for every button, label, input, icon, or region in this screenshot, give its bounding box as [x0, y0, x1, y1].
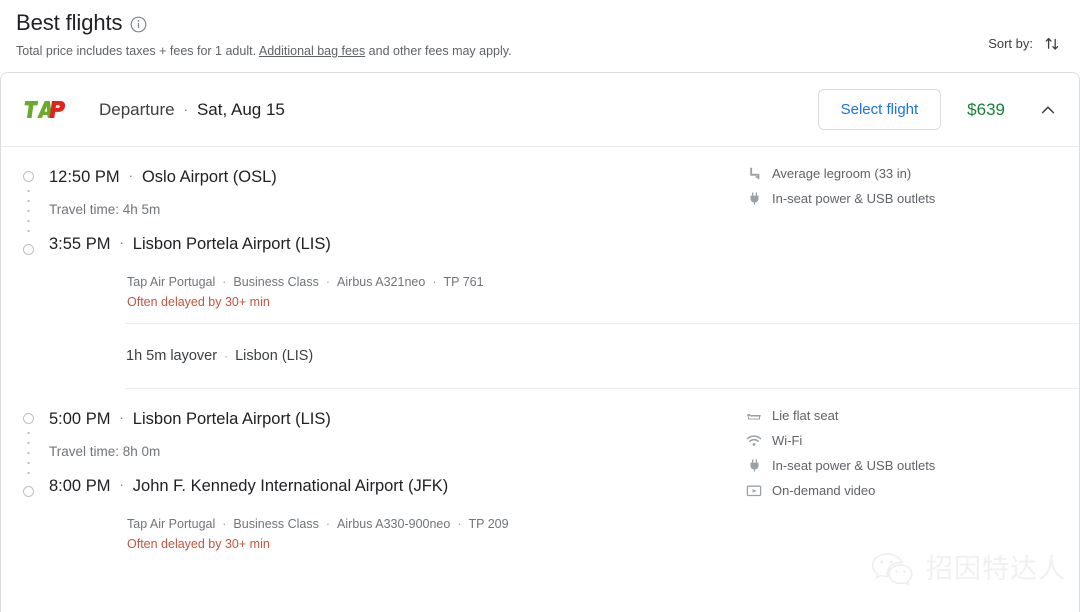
amenity-item: On-demand video: [746, 482, 1056, 499]
amenity-label: In-seat power & USB outlets: [772, 191, 936, 206]
tap-air-portugal-logo: [21, 92, 67, 128]
amenity-label: On-demand video: [772, 483, 876, 498]
sort-arrows-icon[interactable]: [1043, 34, 1062, 53]
stop-separator: ·: [119, 235, 124, 250]
amenity-label: Average legroom (33 in): [772, 166, 912, 181]
meta-separator: ·: [222, 275, 227, 289]
disclaimer-text-after: and other fees may apply.: [365, 44, 512, 58]
timeline-arrive-marker: [23, 486, 34, 497]
legroom-icon: [746, 166, 762, 182]
amenities-list: Average legroom (33 in) In-seat power & …: [746, 165, 1056, 215]
timeline-connector: [27, 428, 49, 482]
departure-airport: Oslo Airport (OSL): [141, 168, 277, 186]
operator-name: Tap Air Portugal: [127, 517, 216, 531]
meta-separator: ·: [457, 517, 462, 531]
arrival-time: 8:00 PM: [49, 477, 111, 495]
amenity-label: In-seat power & USB outlets: [772, 458, 936, 473]
timeline-arrive-marker: [23, 244, 34, 255]
amenity-item: Lie flat seat: [746, 407, 1056, 424]
timeline-connector: [27, 186, 49, 240]
amenity-item: Wi-Fi: [746, 432, 1056, 449]
card-header[interactable]: Departure · Sat, Aug 15 Select flight $6…: [1, 73, 1079, 147]
flight-itinerary-card: Departure · Sat, Aug 15 Select flight $6…: [0, 72, 1080, 612]
direction-label: Departure: [99, 99, 175, 119]
layover-airport: Lisbon (LIS): [235, 348, 314, 364]
operator-name: Tap Air Portugal: [127, 275, 216, 289]
flight-leg: 5:00 PM · Lisbon Portela Airport (LIS) Tra…: [1, 389, 1079, 565]
flight-number: TP 761: [443, 275, 484, 289]
amenities-list: Lie flat seat Wi-Fi In-seat power & USB …: [746, 407, 1056, 507]
layover-separator: ·: [224, 349, 229, 363]
leg-timeline: [17, 407, 49, 497]
info-icon[interactable]: [130, 16, 147, 33]
fees-disclaimer: Total price includes taxes + fees for 1 …: [16, 43, 1064, 60]
delay-warning: Often delayed by 30+ min: [127, 295, 270, 309]
departure-airport: Lisbon Portela Airport (LIS): [132, 410, 331, 428]
sort-by-label: Sort by:: [988, 36, 1033, 51]
arrival-airport: Lisbon Portela Airport (LIS): [132, 235, 331, 253]
cabin-class: Business Class: [233, 517, 319, 531]
departure-date: Sat, Aug 15: [196, 99, 285, 119]
arrival-airport: John F. Kennedy International Airport (J…: [132, 477, 449, 495]
arrival-time: 3:55 PM: [49, 235, 111, 253]
cabin-class: Business Class: [233, 275, 319, 289]
page-title: Best flights: [16, 10, 123, 35]
amenity-item: In-seat power & USB outlets: [746, 190, 1056, 207]
amenity-label: Wi-Fi: [772, 433, 803, 448]
layover-text: 1h 5m layover · Lisbon (LIS): [126, 346, 1079, 366]
power-plug-icon: [746, 191, 762, 207]
arrival-stop: 3:55 PM · Lisbon Portela Airport (LIS): [49, 232, 1061, 255]
sort-by-control[interactable]: Sort by:: [988, 34, 1062, 53]
card-header-actions: Select flight $639: [817, 89, 1061, 130]
timeline-depart-marker: [23, 171, 34, 182]
departure-time: 12:50 PM: [49, 168, 120, 186]
flight-number: TP 209: [468, 517, 509, 531]
aircraft-type: Airbus A330-900neo: [337, 517, 451, 531]
leg-operator-meta: Tap Air Portugal · Business Class · Airbus A…: [127, 515, 1061, 553]
video-icon: [746, 483, 762, 499]
lie-flat-seat-icon: [746, 408, 762, 424]
meta-separator: ·: [432, 275, 437, 289]
stop-separator: ·: [119, 410, 124, 425]
aircraft-type: Airbus A321neo: [337, 275, 426, 289]
meta-separator: ·: [222, 517, 227, 531]
section-header: Best flights Total price includes taxes …: [0, 0, 1080, 60]
total-price: $639: [967, 99, 1005, 119]
amenity-label: Lie flat seat: [772, 408, 839, 423]
header-separator: ·: [183, 102, 188, 117]
stop-separator: ·: [128, 168, 133, 183]
amenity-item: Average legroom (33 in): [746, 165, 1056, 182]
amenity-item: In-seat power & USB outlets: [746, 457, 1056, 474]
flight-results-page: Best flights Total price includes taxes …: [0, 0, 1080, 612]
stop-separator: ·: [119, 477, 124, 492]
leg-operator-meta: Tap Air Portugal · Business Class · Airbus A…: [127, 273, 1061, 311]
power-plug-icon: [746, 458, 762, 474]
wifi-icon: [746, 433, 762, 449]
leg-timeline: [17, 165, 49, 255]
disclaimer-text-before: Total price includes taxes + fees for 1 …: [16, 44, 259, 58]
delay-warning: Often delayed by 30+ min: [127, 537, 270, 551]
meta-separator: ·: [325, 275, 331, 289]
timeline-depart-marker: [23, 413, 34, 424]
title-row: Best flights: [16, 8, 1064, 38]
operator-line: Tap Air Portugal · Business Class · Airbus A…: [127, 273, 1061, 291]
select-flight-button[interactable]: Select flight: [817, 89, 942, 130]
additional-bag-fees-link[interactable]: Additional bag fees: [259, 44, 365, 58]
operator-line: Tap Air Portugal · Business Class · Airbus A…: [127, 515, 1061, 533]
meta-separator: ·: [325, 517, 331, 531]
departure-time: 5:00 PM: [49, 410, 111, 428]
chevron-up-icon[interactable]: [1035, 97, 1061, 123]
flight-leg: 12:50 PM · Oslo Airport (OSL) Travel time:…: [1, 147, 1079, 323]
layover-duration: 1h 5m layover: [126, 348, 218, 364]
layover-row: 1h 5m layover · Lisbon (LIS): [126, 323, 1079, 389]
